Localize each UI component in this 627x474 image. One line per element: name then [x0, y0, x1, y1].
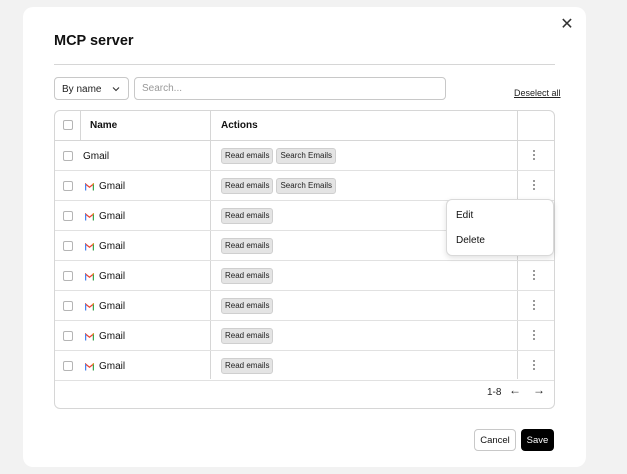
- gmail-icon: [85, 362, 94, 370]
- deselect-all-link[interactable]: Deselect all: [514, 88, 561, 98]
- cancel-button[interactable]: Cancel: [474, 429, 516, 451]
- action-tag[interactable]: Read emails: [221, 178, 274, 194]
- row-checkbox[interactable]: [63, 211, 73, 221]
- row-checkbox[interactable]: [63, 361, 73, 371]
- server-name: Gmail: [83, 151, 109, 162]
- table-row: Gmail Read emails Search Emails: [55, 171, 554, 201]
- menu-item-edit[interactable]: Edit: [456, 210, 473, 221]
- row-context-menu: Edit Delete: [446, 199, 554, 256]
- server-name: Gmail: [85, 271, 125, 282]
- action-tags: Read emails Search Emails: [221, 148, 337, 164]
- action-tags: Read emails: [221, 358, 274, 374]
- server-name-label: Gmail: [83, 151, 110, 162]
- row-checkbox[interactable]: [63, 241, 73, 251]
- server-name-label: Gmail: [99, 271, 126, 282]
- gmail-icon: [85, 212, 94, 220]
- gmail-icon: [85, 332, 94, 340]
- action-tag[interactable]: Read emails: [221, 148, 274, 164]
- action-tag[interactable]: Search Emails: [276, 178, 337, 194]
- action-tag[interactable]: Read emails: [221, 298, 274, 314]
- row-checkbox[interactable]: [63, 331, 73, 341]
- action-tag[interactable]: Read emails: [221, 358, 274, 374]
- table-pagination: 1-8 ← →: [55, 376, 554, 408]
- arrow-right-icon[interactable]: →: [532, 383, 546, 397]
- server-name: Gmail: [85, 241, 125, 252]
- arrow-left-icon[interactable]: ←: [508, 383, 522, 397]
- server-name: Gmail: [85, 181, 125, 192]
- more-vertical-icon[interactable]: [529, 330, 539, 342]
- search-input[interactable]: [134, 77, 446, 100]
- sort-select[interactable]: By name: [54, 77, 129, 100]
- row-checkbox[interactable]: [63, 181, 73, 191]
- server-name: Gmail: [85, 211, 125, 222]
- more-vertical-icon[interactable]: [529, 180, 539, 192]
- action-tag[interactable]: Search Emails: [276, 148, 337, 164]
- server-name: Gmail: [85, 301, 125, 312]
- action-tag[interactable]: Read emails: [221, 268, 274, 284]
- action-tag[interactable]: Read emails: [221, 238, 274, 254]
- sort-select-value: By name: [62, 84, 102, 95]
- server-name-label: Gmail: [99, 211, 126, 222]
- chevron-down-icon: [112, 87, 120, 92]
- table-row: Gmail Read emails: [55, 321, 554, 351]
- more-vertical-icon[interactable]: [529, 270, 539, 282]
- column-header-actions: Actions: [221, 120, 258, 131]
- gmail-icon: [85, 242, 94, 250]
- server-name-label: Gmail: [99, 241, 126, 252]
- gmail-icon: [85, 272, 94, 280]
- action-tag[interactable]: Read emails: [221, 328, 274, 344]
- server-name: Gmail: [85, 331, 125, 342]
- save-button[interactable]: Save: [521, 429, 554, 451]
- action-tags: Read emails: [221, 268, 274, 284]
- action-tags: Read emails: [221, 328, 274, 344]
- column-header-name: Name: [90, 120, 118, 131]
- action-tag[interactable]: Read emails: [221, 208, 274, 224]
- menu-item-delete[interactable]: Delete: [456, 235, 485, 246]
- table-row: Gmail Read emails Search Emails: [55, 141, 554, 171]
- server-name-label: Gmail: [99, 361, 126, 372]
- gmail-icon: [85, 182, 94, 190]
- column-divider: [80, 111, 81, 141]
- row-checkbox[interactable]: [63, 301, 73, 311]
- more-vertical-icon[interactable]: [529, 300, 539, 312]
- action-tags: Read emails: [221, 238, 274, 254]
- pagination-range: 1-8: [487, 387, 502, 398]
- action-tags: Read emails Search Emails: [221, 178, 337, 194]
- gmail-icon: [85, 302, 94, 310]
- table-header: Name Actions: [55, 111, 554, 141]
- servers-table: Name Actions Gmail Read emails Search Emai…: [54, 110, 555, 409]
- server-name-label: Gmail: [99, 301, 126, 312]
- server-name-label: Gmail: [99, 181, 126, 192]
- table-row: Gmail Read emails: [55, 261, 554, 291]
- more-vertical-icon[interactable]: [529, 150, 539, 162]
- table-row: Gmail Read emails: [55, 291, 554, 321]
- title-divider: [54, 64, 555, 65]
- more-vertical-icon[interactable]: [529, 360, 539, 372]
- select-all-checkbox[interactable]: [63, 120, 73, 130]
- action-tags: Read emails: [221, 208, 274, 224]
- row-checkbox[interactable]: [63, 151, 73, 161]
- close-icon[interactable]: ✕: [560, 17, 574, 33]
- row-checkbox[interactable]: [63, 271, 73, 281]
- server-name: Gmail: [85, 361, 125, 372]
- server-name-label: Gmail: [99, 331, 126, 342]
- dialog-title: MCP server: [54, 33, 134, 49]
- action-tags: Read emails: [221, 298, 274, 314]
